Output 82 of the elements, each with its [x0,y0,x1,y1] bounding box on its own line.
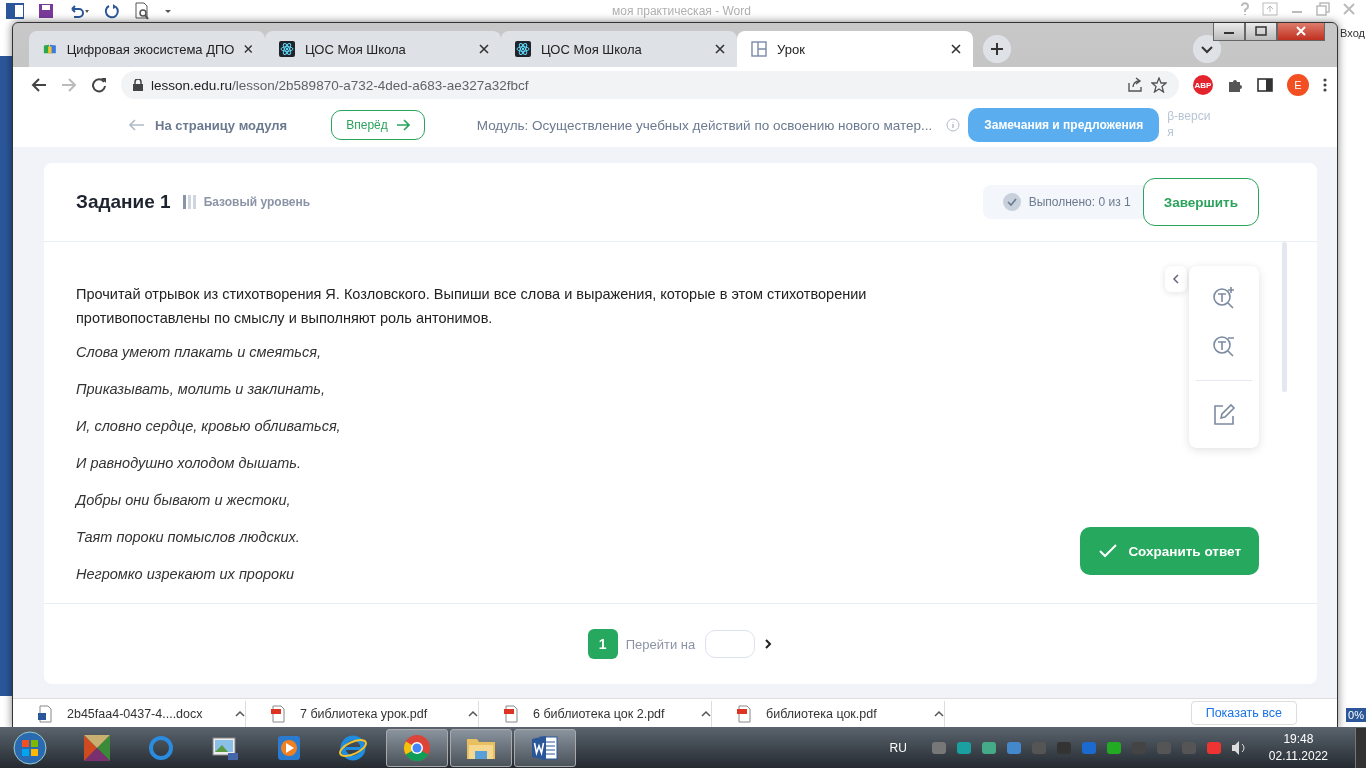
checkmark-icon [1098,543,1119,559]
close-icon [1295,26,1307,36]
close-icon[interactable] [479,44,489,54]
clock-time[interactable]: 19:48 [1268,730,1328,748]
share-icon[interactable] [1127,77,1143,93]
download-file-name[interactable]: 6 библиотека цок 2.pdf [533,707,687,721]
undo-icon[interactable] [68,4,90,18]
download-file-name[interactable]: библиотека цок.pdf [766,707,920,721]
browser-tab[interactable]: Цифровая экосистема ДПО [29,31,265,67]
clock-date[interactable]: 02.11.2022 [1268,747,1328,765]
chevron-up-icon[interactable] [934,710,944,718]
chevron-up-icon[interactable] [235,710,245,718]
menu-icon[interactable] [1323,77,1327,93]
beta-label: β-версия [1167,109,1212,141]
side-panel-icon[interactable] [1257,77,1273,93]
reload-icon[interactable] [91,77,107,93]
address-bar[interactable]: lesson.edu.ru/lesson/2b589870-a732-4ded-a683-ae327a32fbcf [121,71,1179,99]
browser-tab[interactable]: Урок [737,31,973,67]
atom-icon [515,41,531,57]
pdf-file-icon [270,705,286,723]
go-to-label: Перейти на [625,636,696,652]
next-page-icon[interactable] [763,638,774,650]
poem-line: И, словно сердце, кровью обливаться, [76,418,341,436]
document-file-icon [37,705,53,723]
zoom-in-text-icon[interactable] [1211,284,1237,310]
task-instruction: Прочитай отрывок из стихотворения Я. Козловского. Выпиши все слова и выражения, которые в этом стихотворении противопоставлены по смыслу и выполняют роль антонимов. [76,285,868,328]
adblock-extension-icon[interactable]: ABP [1193,75,1213,95]
arrow-left-icon [129,119,145,131]
close-icon[interactable] [951,44,961,54]
page-input-field[interactable] [705,630,756,658]
taskbar-button[interactable] [450,728,512,767]
maximize-button[interactable] [1245,23,1277,41]
sign-in-link[interactable]: Вход [1340,27,1365,39]
window-title: моя практическая - Word [612,4,751,18]
back-icon[interactable] [31,77,47,93]
minimize-button[interactable] [1213,23,1245,41]
chevron-up-icon[interactable] [468,710,478,718]
edit-icon[interactable] [1212,403,1236,427]
redo-icon[interactable] [104,3,120,19]
download-file-name[interactable]: 7 библиотека урок.pdf [300,707,454,721]
chevron-left-icon [1172,274,1180,284]
print-preview-icon[interactable] [134,2,150,20]
word-app-icon[interactable] [6,3,24,19]
zoom-level: 0% [1346,708,1366,722]
close-icon[interactable] [244,44,253,54]
progress-text: Выполнено: 0 из 1 [1028,195,1131,209]
pdf-file-icon [736,705,752,723]
language-indicator[interactable]: RU [889,740,907,755]
atom-icon [279,41,295,57]
poem-line: Таят пороки помыслов людских. [76,529,300,547]
arrow-right-icon [395,119,410,131]
difficulty-label: Базовый уровень [203,195,312,209]
scrollbar[interactable] [1282,242,1287,392]
back-to-module-link[interactable]: На страницу модуля [123,116,294,134]
show-desktop-button[interactable] [1355,727,1366,768]
book-icon [43,43,57,55]
profile-avatar[interactable]: E [1287,74,1309,96]
chevron-up-icon[interactable] [701,710,711,718]
download-file-name[interactable]: 2b45faa4-0437-4....docx [67,707,221,721]
dropdown-icon[interactable] [164,7,172,15]
star-icon[interactable] [1151,77,1167,93]
browser-tab[interactable]: ЦОС Моя Школа [501,31,737,67]
poem-line: Добры они бывают и жестоки, [76,492,291,510]
poem-line: Слова умеют плакать и смеяться, [76,344,321,362]
close-button[interactable] [1277,23,1325,41]
maximize-icon [1255,26,1267,36]
close-icon[interactable] [715,44,725,54]
browser-tab[interactable]: ЦОС Моя Школа [265,31,501,67]
poem-line: И равнодушно холодом дышать. [76,455,301,473]
save-icon[interactable] [38,3,54,19]
lock-icon [133,79,143,91]
show-all-button[interactable]: Показать все [1190,701,1297,725]
taskbar-button[interactable] [514,728,576,767]
puzzle-icon[interactable] [1227,77,1243,93]
chrome-app-icon[interactable] [402,732,432,763]
poem-line: Приказывать, молить и заклинать, [76,381,325,399]
module-title: Модуль: Осуществление учебных действий по освоению нового матер... [476,117,933,133]
pdf-file-icon [503,705,519,723]
task-title: Задание 1 [76,191,171,213]
mosaic-app-icon[interactable] [82,732,112,763]
poem-line: Негромко изрекают их пророки [76,566,295,584]
layout-icon [751,41,767,57]
